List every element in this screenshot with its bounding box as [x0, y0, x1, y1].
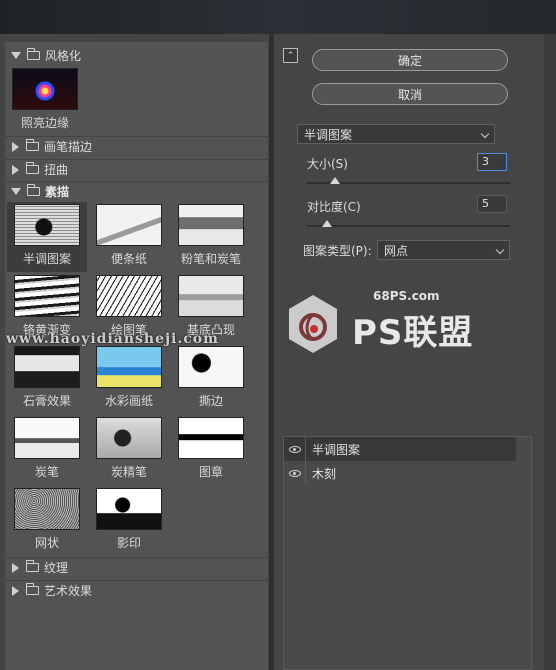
category-texture[interactable]: 纹理 — [5, 557, 268, 577]
filter-thumb-label: 粉笔和炭笔 — [180, 252, 241, 266]
category-label: 素描 — [45, 185, 70, 199]
contrast-slider-track[interactable] — [307, 225, 510, 227]
filter-thumb-plaster[interactable]: 石膏效果 — [7, 344, 87, 414]
filter-thumb-label: 炭精笔 — [110, 465, 147, 479]
collapse-panel-icon[interactable]: ⌃ — [283, 48, 298, 63]
graphic-pen-thumb — [96, 275, 162, 317]
folder-icon — [26, 162, 39, 174]
category-artistic[interactable]: 艺术效果 — [5, 580, 268, 600]
ok-button[interactable]: 确定 — [312, 49, 508, 71]
folder-icon — [27, 184, 40, 196]
filter-thumb-label: 撕边 — [198, 394, 223, 408]
water-paper-thumb — [96, 346, 162, 388]
watermark-url: www.haoyidiansheji.com — [6, 331, 219, 347]
effect-layer-row[interactable]: 半调图案 — [284, 437, 516, 461]
filter-thumb-stamp[interactable]: 图章 — [171, 415, 251, 485]
filter-thumb-label: 网状 — [34, 536, 59, 550]
filter-thumb-water-paper[interactable]: 水彩画纸 — [89, 344, 169, 414]
collapse-triangle-icon[interactable] — [12, 141, 19, 152]
conte-crayon-thumb — [96, 417, 162, 459]
category-label: 扭曲 — [44, 163, 69, 177]
filter-thumb-charcoal[interactable]: 炭笔 — [7, 415, 87, 485]
stamp-thumb — [178, 417, 244, 459]
pattern-type-value: 网点 — [384, 243, 409, 258]
folder-icon — [27, 47, 40, 60]
glowing-edges-thumb — [12, 68, 78, 110]
folder-icon — [26, 139, 39, 151]
note-paper-thumb — [96, 204, 162, 246]
filter-category-panel[interactable]: 风格化 照亮边缘 画笔描边 扭曲 素描 半调图案 便条纸 粉笔和炭笔 铬黄渐变 … — [5, 42, 268, 670]
filter-thumb-label: 水彩画纸 — [104, 394, 153, 408]
category-brush-strokes[interactable]: 画笔描边 — [5, 136, 268, 156]
effect-layer-name: 木刻 — [312, 466, 337, 481]
eye-icon — [288, 445, 301, 453]
filter-select-value: 半调图案 — [304, 127, 353, 142]
category-label: 风格化 — [45, 48, 82, 63]
filter-thumb-label: 炭笔 — [34, 465, 59, 479]
filter-thumb-photocopy[interactable]: 影印 — [89, 486, 169, 556]
effect-layer-row[interactable]: 木刻 — [284, 461, 531, 485]
photocopy-thumb — [96, 488, 162, 530]
filter-thumb-note-paper[interactable]: 便条纸 — [89, 202, 169, 272]
filter-thumb-label: 半调图案 — [22, 252, 71, 266]
visibility-toggle[interactable] — [284, 461, 306, 485]
category-distort[interactable]: 扭曲 — [5, 159, 268, 179]
folder-icon — [26, 560, 39, 572]
window-title-bar — [0, 0, 556, 34]
chrome-thumb — [14, 275, 80, 317]
eye-icon — [288, 469, 301, 477]
filter-thumb-reticulation[interactable]: 网状 — [7, 486, 87, 556]
effect-layers-panel[interactable]: 半调图案 木刻 — [283, 436, 532, 670]
chalk-charcoal-thumb — [178, 204, 244, 246]
halftone-thumb — [14, 204, 80, 246]
filter-thumb-label: 影印 — [116, 536, 141, 550]
filter-thumb-chalk-charcoal[interactable]: 粉笔和炭笔 — [171, 202, 251, 272]
collapse-triangle-icon[interactable] — [12, 164, 19, 175]
watermark-logo-icon — [289, 295, 337, 353]
filter-thumb-label: 石膏效果 — [22, 394, 71, 408]
size-slider-knob[interactable] — [330, 177, 341, 184]
reticulation-thumb — [14, 488, 80, 530]
expand-triangle-icon[interactable] — [11, 51, 21, 59]
contrast-label: 对比度(C) — [307, 200, 361, 214]
size-label: 大小(S) — [307, 157, 348, 171]
filter-thumb-label: 图章 — [198, 465, 223, 479]
expand-triangle-icon[interactable] — [11, 188, 21, 195]
pattern-type-select[interactable]: 网点 — [377, 240, 510, 260]
charcoal-thumb — [14, 417, 80, 459]
category-label: 纹理 — [44, 561, 69, 575]
filter-thumb-halftone[interactable]: 半调图案 — [7, 202, 87, 272]
contrast-input[interactable]: 5 — [477, 195, 507, 213]
category-label: 艺术效果 — [44, 584, 93, 598]
collapse-triangle-icon[interactable] — [12, 585, 19, 596]
watermark-brand: PS联盟 — [352, 313, 474, 353]
torn-edges-thumb — [178, 346, 244, 388]
collapse-triangle-icon[interactable] — [12, 562, 19, 573]
visibility-toggle[interactable] — [284, 437, 306, 461]
cancel-button[interactable]: 取消 — [312, 83, 508, 105]
contrast-slider-knob[interactable] — [322, 220, 333, 227]
watermark-site: 68PS.com — [373, 289, 440, 303]
category-label: 画笔描边 — [44, 140, 93, 154]
filter-thumb-glowing-edges[interactable]: 照亮边缘 — [5, 66, 85, 136]
scrollbar-track[interactable] — [544, 34, 556, 670]
filter-thumb-torn-edges[interactable]: 撕边 — [171, 344, 251, 414]
filter-thumb-label: 照亮边缘 — [20, 116, 69, 130]
chevron-down-icon — [495, 245, 505, 255]
category-sketch[interactable]: 素描 — [5, 181, 268, 201]
chevron-down-icon — [480, 129, 490, 139]
panel-divider — [269, 34, 274, 670]
plaster-thumb — [14, 346, 80, 388]
size-input[interactable]: 3 — [477, 153, 507, 171]
filter-thumb-conte-crayon[interactable]: 炭精笔 — [89, 415, 169, 485]
pattern-type-label: 图案类型(P): — [303, 244, 372, 258]
filter-select[interactable]: 半调图案 — [297, 124, 495, 144]
effect-layer-name: 半调图案 — [312, 442, 361, 457]
filter-thumb-label: 便条纸 — [110, 252, 147, 266]
folder-icon — [26, 583, 39, 595]
bas-relief-thumb — [178, 275, 244, 317]
category-stylize[interactable]: 风格化 — [5, 45, 268, 65]
